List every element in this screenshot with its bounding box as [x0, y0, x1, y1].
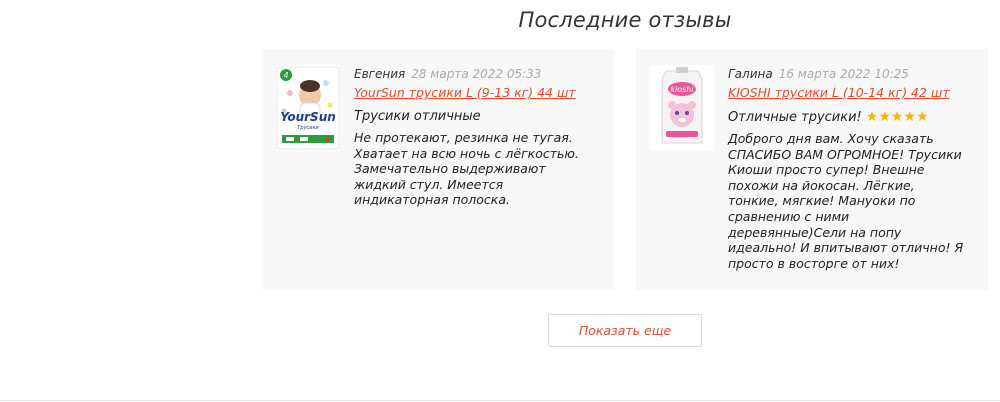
review-product-link[interactable]: KIOSHI трусики L (10-14 кг) 42 шт	[728, 84, 950, 101]
review-author: Галина	[728, 67, 773, 81]
review-body: Галина 16 марта 2022 10:25 KIOSHI трусики…	[728, 67, 964, 271]
review-date: 16 марта 2022 10:25	[778, 67, 909, 81]
kioshi-diaper-pack-image: kioshi	[650, 65, 714, 151]
product-thumbnail[interactable]: 4 YourSun Трусики	[276, 65, 340, 151]
review-date: 28 марта 2022 05:33	[411, 67, 542, 81]
divider	[0, 400, 1000, 401]
product-thumbnail[interactable]: kioshi	[650, 65, 714, 151]
review-text: Доброго дня вам. Хочу сказать СПАСИБО ВА…	[728, 131, 964, 271]
section-title: Последние отзывы	[518, 8, 732, 32]
review-meta: Евгения 28 марта 2022 05:33	[354, 67, 590, 82]
review-title-text: Трусики отличные	[354, 109, 481, 124]
review-title: Трусики отличные	[354, 109, 590, 125]
review-title-text: Отличные трусики!	[728, 110, 862, 125]
rating-stars-icon: ★★★★★	[865, 109, 929, 125]
svg-text:4: 4	[283, 71, 288, 80]
svg-text:Трусики: Трусики	[297, 125, 319, 131]
review-card: kioshi Галина 16 марта 2022 10:25 KIOSHI …	[636, 49, 988, 290]
review-product-link[interactable]: YourSun трусики L (9-13 кг) 44 шт	[354, 84, 576, 101]
yoursun-diaper-pack-image: 4 YourSun Трусики	[276, 66, 340, 150]
reviews-list: 4 YourSun Трусики Евгения 28 марта 2022 0…	[262, 49, 988, 290]
review-text: Не протекают, резинка не тугая. Хватает …	[354, 130, 579, 208]
review-meta: Галина 16 марта 2022 10:25	[728, 67, 964, 82]
review-author: Евгения	[354, 67, 406, 81]
review-title: Отличные трусики! ★★★★★	[728, 109, 964, 126]
review-card: 4 YourSun Трусики Евгения 28 марта 2022 0…	[262, 49, 614, 290]
review-body: Евгения 28 марта 2022 05:33 YourSun труси…	[354, 67, 590, 208]
svg-text:YourSun: YourSun	[280, 110, 336, 124]
show-more-button[interactable]: Показать еще	[548, 314, 702, 347]
svg-text:kioshi: kioshi	[670, 85, 694, 94]
